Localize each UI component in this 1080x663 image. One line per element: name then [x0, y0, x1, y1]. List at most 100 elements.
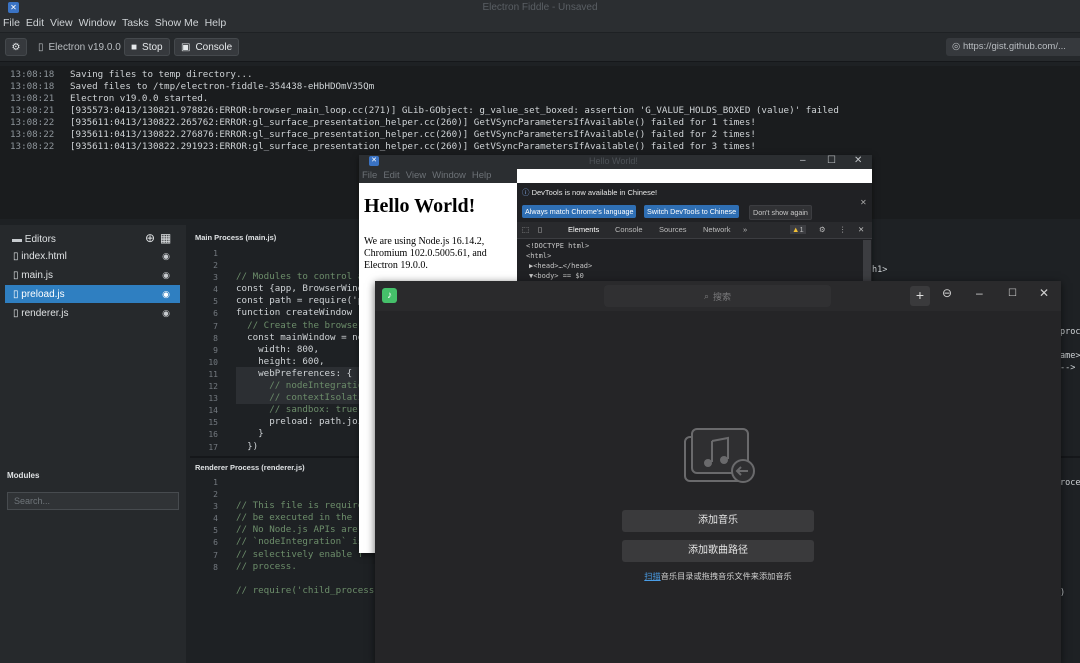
inspect-element-icon[interactable]: ⬚: [522, 225, 529, 234]
menu-help[interactable]: Help: [202, 16, 230, 30]
devtools-settings-icon[interactable]: ⚙: [819, 225, 826, 234]
electron-logo-icon: ✕: [369, 156, 379, 166]
dom-line[interactable]: <html>: [526, 252, 551, 260]
file-icon: ▯: [13, 288, 22, 300]
device-toggle-icon[interactable]: ▯: [538, 225, 542, 234]
folder-icon: ▬: [12, 234, 25, 245]
console-label: Console: [195, 41, 233, 53]
menu-tasks[interactable]: Tasks: [119, 16, 152, 30]
scan-link[interactable]: 扫描: [644, 572, 660, 581]
renderer-editor-gutter: 12345678: [213, 478, 218, 572]
eye-icon[interactable]: ◉: [162, 289, 170, 300]
hello-window-titlebar: ✕ Hello World! – ☐ ✕: [359, 155, 872, 169]
close-icon[interactable]: ✕: [1039, 286, 1049, 300]
music-window-titlebar: ♪ ⌕ 搜索 + ⊖ – ☐ ✕: [375, 281, 1061, 311]
more-options-icon[interactable]: ⊖: [942, 286, 952, 300]
maximize-icon[interactable]: ☐: [827, 155, 836, 166]
hello-window-menubar: File Edit View Window Help: [359, 169, 517, 183]
sidebar-item-preload-js[interactable]: ▯ preload.js ◉: [5, 285, 180, 303]
eye-icon[interactable]: ◉: [162, 308, 170, 319]
gear-icon: ⚙: [11, 41, 21, 53]
modules-search-input[interactable]: Search...: [7, 492, 179, 510]
menu-edit[interactable]: Edit: [380, 170, 402, 181]
minimize-icon[interactable]: –: [976, 286, 983, 300]
main-editor-gutter: 1 2 3 4 5 6 7 8 9 10 11 12 13 14 15 16 17: [208, 249, 218, 452]
devtools-more-icon[interactable]: ⋮: [839, 225, 847, 234]
close-banner-icon[interactable]: ✕: [860, 198, 867, 207]
switch-devtools-chinese-button[interactable]: Switch DevTools to Chinese: [644, 205, 740, 218]
close-icon[interactable]: ✕: [854, 155, 862, 166]
dom-line[interactable]: ▶<head>…</head>: [529, 262, 592, 270]
right-editor-fragment: h1>: [872, 265, 888, 275]
settings-button[interactable]: ⚙: [5, 38, 27, 56]
menu-window[interactable]: Window: [429, 170, 469, 181]
music-hint-text: 音乐目录或拖拽音乐文件来添加音乐: [660, 572, 792, 581]
version-button[interactable]: ▯ Electron v19.0.0: [32, 38, 127, 56]
music-window: ♪ ⌕ 搜索 + ⊖ – ☐ ✕ 添加音乐 添加歌曲路径 扫描音乐目录或拖拽音乐…: [375, 281, 1061, 663]
right-editor-fragment: ame>: [1060, 351, 1080, 361]
file-icon: ▯: [13, 250, 22, 262]
always-match-language-button[interactable]: Always match Chrome's language: [522, 205, 637, 218]
menu-help[interactable]: Help: [469, 170, 495, 181]
eye-icon[interactable]: ◉: [162, 270, 170, 281]
console-button[interactable]: ▣ Console: [174, 38, 240, 56]
tab-network[interactable]: Network: [703, 225, 731, 234]
right-editor-fragment: proc: [1060, 327, 1080, 337]
main-editor-code[interactable]: // Modules to control a const {app, Brows…: [236, 247, 363, 465]
right-editor-fragment: -->: [1060, 363, 1076, 373]
menu-window[interactable]: Window: [76, 16, 119, 30]
menu-file[interactable]: File: [0, 16, 23, 30]
grid-layout-icon[interactable]: ▦: [160, 231, 171, 245]
menu-view[interactable]: View: [47, 16, 76, 30]
tab-elements[interactable]: Elements: [568, 225, 599, 234]
search-icon: ⌕: [703, 290, 710, 301]
hello-window-title: Hello World!: [589, 156, 638, 166]
issues-badge[interactable]: ▲1: [790, 225, 806, 234]
console-icon: ▣: [181, 41, 191, 53]
add-button[interactable]: +: [910, 286, 930, 306]
eye-icon[interactable]: ◉: [162, 251, 170, 262]
menu-bar: File Edit View Window Tasks Show Me Help: [0, 16, 1080, 32]
music-search-placeholder: 搜索: [713, 291, 732, 302]
dom-line[interactable]: ▼<body> == $0: [529, 272, 584, 280]
music-folder-icon: [684, 427, 755, 483]
stop-button[interactable]: ■ Stop: [124, 38, 170, 56]
devtools-close-icon[interactable]: ✕: [858, 225, 864, 234]
console-line: 13:08:22 [935611:0413/130822.291923:ERROR…: [10, 141, 756, 152]
maximize-icon[interactable]: ☐: [1008, 288, 1017, 299]
tab-sources[interactable]: Sources: [659, 225, 687, 234]
right-editor-fragment: roce: [1060, 478, 1080, 488]
gist-url-input[interactable]: ◎ https://gist.github.com/...: [946, 38, 1080, 56]
renderer-editor-title: Renderer Process (renderer.js): [195, 463, 305, 472]
main-editor-title: Main Process (main.js): [195, 233, 277, 242]
console-line: 13:08:21 [935573:0413/130821.978826:ERROR…: [10, 105, 839, 116]
add-song-path-button[interactable]: 添加歌曲路径: [622, 540, 814, 562]
dom-line[interactable]: <!DOCTYPE html>: [526, 242, 589, 250]
dont-show-again-button[interactable]: Don't show again: [749, 205, 812, 220]
file-icon: ▯: [13, 307, 22, 319]
editors-header: ▬ Editors: [12, 234, 56, 245]
console-line: 13:08:22 [935611:0413/130822.265762:ERROR…: [10, 117, 756, 128]
tab-console[interactable]: Console: [615, 225, 643, 234]
devtools-language-banner: ⓘ DevTools is now available in Chinese! …: [517, 183, 872, 221]
sidebar-item-main-js[interactable]: ▯ main.js ◉: [5, 266, 180, 284]
toolbar: ⚙ ▯ Electron v19.0.0 ■ Stop ▣ Console ◎ …: [0, 33, 1080, 62]
page-heading: Hello World!: [364, 195, 476, 217]
menu-show-me[interactable]: Show Me: [152, 16, 202, 30]
title-bar: ✕ Electron Fiddle - Unsaved: [0, 0, 1080, 16]
music-search-input[interactable]: ⌕ 搜索: [604, 285, 831, 307]
sidebar-item-index-html[interactable]: ▯ index.html ◉: [5, 247, 180, 265]
minimize-icon[interactable]: –: [800, 155, 806, 166]
sidebar-item-renderer-js[interactable]: ▯ renderer.js ◉: [5, 304, 180, 322]
menu-view[interactable]: View: [403, 170, 429, 181]
file-icon: ▯: [13, 269, 22, 281]
window-title: Electron Fiddle - Unsaved: [482, 2, 598, 13]
add-music-button[interactable]: 添加音乐: [622, 510, 814, 532]
github-icon: ◎: [952, 41, 963, 52]
document-icon: ▯: [38, 41, 44, 53]
add-editor-icon[interactable]: ⊕: [145, 231, 155, 245]
console-line: 13:08:21 Electron v19.0.0 started.: [10, 93, 209, 104]
menu-edit[interactable]: Edit: [23, 16, 47, 30]
menu-file[interactable]: File: [359, 170, 380, 181]
more-tabs-button[interactable]: »: [743, 225, 747, 234]
